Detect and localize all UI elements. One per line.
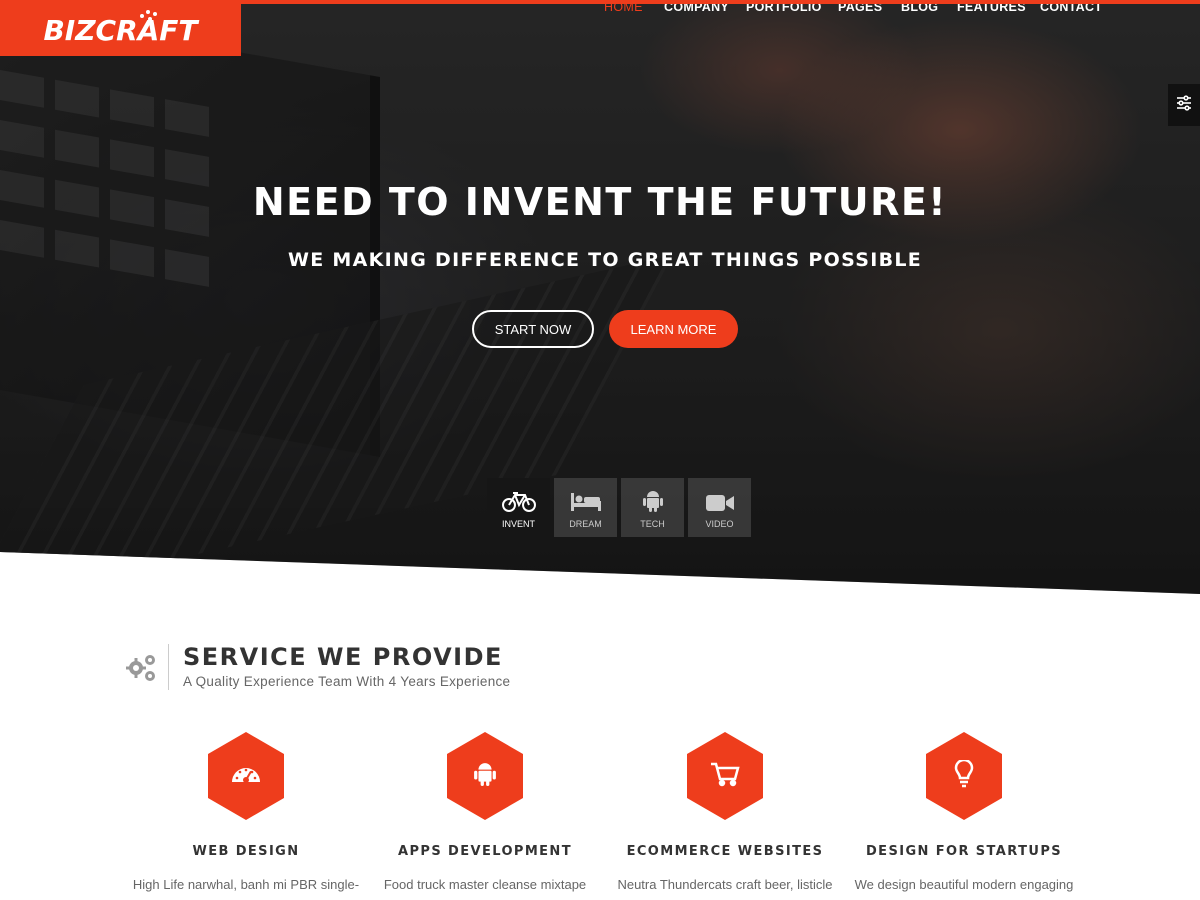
hero-title: NEED TO INVENT THE FUTURE! bbox=[252, 180, 948, 224]
settings-panel-toggle[interactable] bbox=[1168, 84, 1200, 126]
bicycle-icon bbox=[501, 491, 537, 513]
hero-tab-label: DREAM bbox=[569, 519, 602, 529]
hero-slider: NEED TO INVENT THE FUTURE! WE MAKING DIF… bbox=[0, 0, 1200, 594]
hero-tab-tech[interactable]: TECH bbox=[621, 478, 684, 537]
brand-logo[interactable]: BIZCRAFT bbox=[0, 4, 241, 56]
service-text: Food truck master cleanse mixtape bbox=[383, 877, 587, 892]
service-icon-badge bbox=[926, 732, 1002, 820]
hero-tab-video[interactable]: VIDEO bbox=[688, 478, 751, 537]
gears-icon bbox=[124, 650, 158, 689]
sliders-icon bbox=[1176, 94, 1192, 116]
service-title: DESIGN FOR STARTUPS bbox=[865, 844, 1063, 859]
lightbulb-icon bbox=[954, 758, 974, 793]
service-card-web-design: WEB DESIGN High Life narwhal, banh mi PB… bbox=[126, 732, 366, 892]
bed-icon bbox=[569, 491, 603, 513]
logo-text: BIZCRAFT bbox=[43, 13, 198, 47]
service-icon-badge bbox=[208, 732, 284, 820]
service-card-ecommerce: ECOMMERCE WEBSITES Neutra Thundercats cr… bbox=[605, 732, 845, 892]
video-camera-icon bbox=[705, 493, 735, 513]
section-subtitle: A Quality Experience Team With 4 Years E… bbox=[183, 674, 511, 689]
shopping-cart-icon bbox=[710, 761, 740, 792]
service-card-startups: DESIGN FOR STARTUPS We design beautiful … bbox=[844, 732, 1084, 892]
service-text: High Life narwhal, banh mi PBR single- bbox=[132, 877, 360, 892]
service-icon-badge bbox=[447, 732, 523, 820]
service-title: APPS DEVELOPMENT bbox=[398, 844, 572, 859]
learn-more-button[interactable]: LEARN MORE bbox=[609, 310, 738, 348]
start-now-button[interactable]: START NOW bbox=[472, 310, 594, 348]
hero-tab-invent[interactable]: INVENT bbox=[487, 478, 550, 537]
hero-tab-strip: INVENT DREAM TECH VIDEO bbox=[487, 478, 751, 537]
android-icon bbox=[473, 760, 497, 793]
hero-tab-dream[interactable]: DREAM bbox=[554, 478, 617, 537]
service-title: ECOMMERCE WEBSITES bbox=[626, 844, 824, 859]
section-title: SERVICE WE PROVIDE bbox=[183, 643, 503, 671]
service-icon-badge bbox=[687, 732, 763, 820]
service-text: We design beautiful modern engaging bbox=[854, 877, 1074, 892]
hero-tab-label: INVENT bbox=[501, 519, 535, 529]
dashboard-icon bbox=[230, 762, 262, 791]
service-card-apps-development: APPS DEVELOPMENT Food truck master clean… bbox=[365, 732, 605, 892]
android-icon bbox=[642, 489, 664, 513]
service-text: Neutra Thundercats craft beer, listicle bbox=[617, 877, 833, 892]
section-heading-divider bbox=[168, 644, 169, 690]
hero-subtitle: WE MAKING DIFFERENCE TO GREAT THINGS POS… bbox=[287, 249, 923, 271]
hero-tab-label: VIDEO bbox=[705, 519, 734, 529]
hero-tab-label: TECH bbox=[640, 519, 665, 529]
service-title: WEB DESIGN bbox=[192, 844, 300, 859]
